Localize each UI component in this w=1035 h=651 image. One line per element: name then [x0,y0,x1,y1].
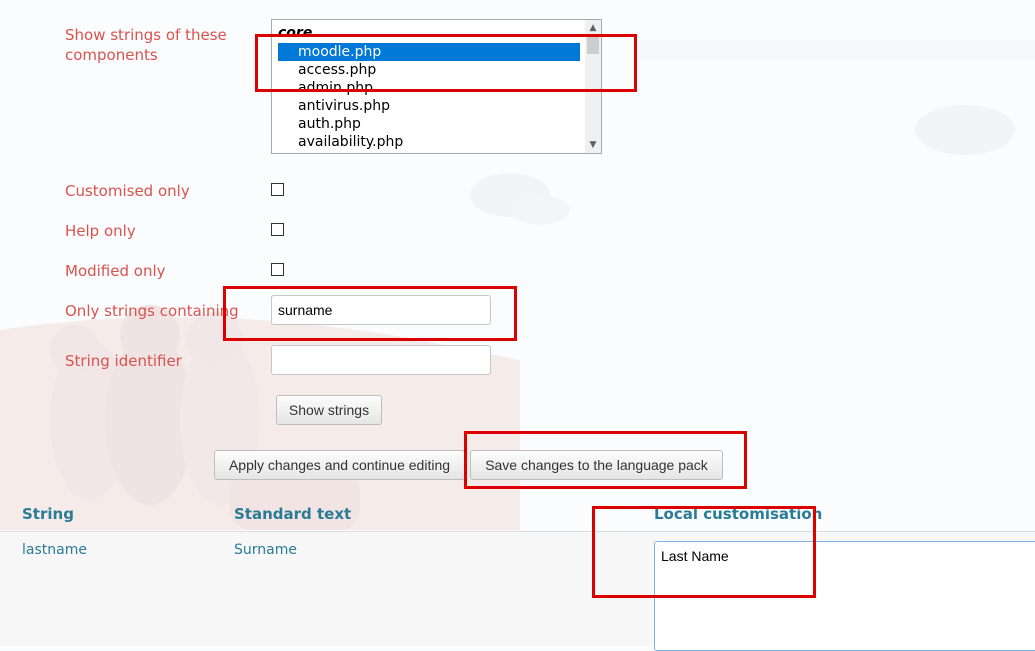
customised-only-label: Customised only [65,182,190,200]
table-divider [0,531,1035,532]
component-option[interactable]: antivirus.php [278,97,580,115]
row-standard-text: Surname [234,542,297,558]
annotation-box-local-customisation [592,506,816,598]
help-only-label: Help only [65,222,136,240]
annotation-box-save-button [464,431,747,489]
string-identifier-input[interactable] [271,345,491,375]
modified-only-checkbox[interactable] [271,263,284,276]
component-option[interactable]: auth.php [278,115,580,133]
components-label: Show strings of these components [65,26,227,64]
component-option[interactable]: availability.php [278,133,580,151]
string-identifier-label: String identifier [65,352,182,370]
help-only-checkbox[interactable] [271,223,284,236]
column-header-string: String [22,505,74,523]
customised-only-checkbox[interactable] [271,183,284,196]
only-strings-containing-label: Only strings containing [65,302,239,320]
modified-only-label: Modified only [65,262,166,280]
column-header-standard-text: Standard text [234,505,352,523]
annotation-box-component [255,34,637,92]
row-string-identifier: lastname [22,542,87,558]
show-strings-button[interactable]: Show strings [276,395,382,425]
scroll-down-icon[interactable]: ▼ [585,137,601,153]
annotation-box-search [223,286,517,341]
apply-changes-button[interactable]: Apply changes and continue editing [214,450,465,480]
